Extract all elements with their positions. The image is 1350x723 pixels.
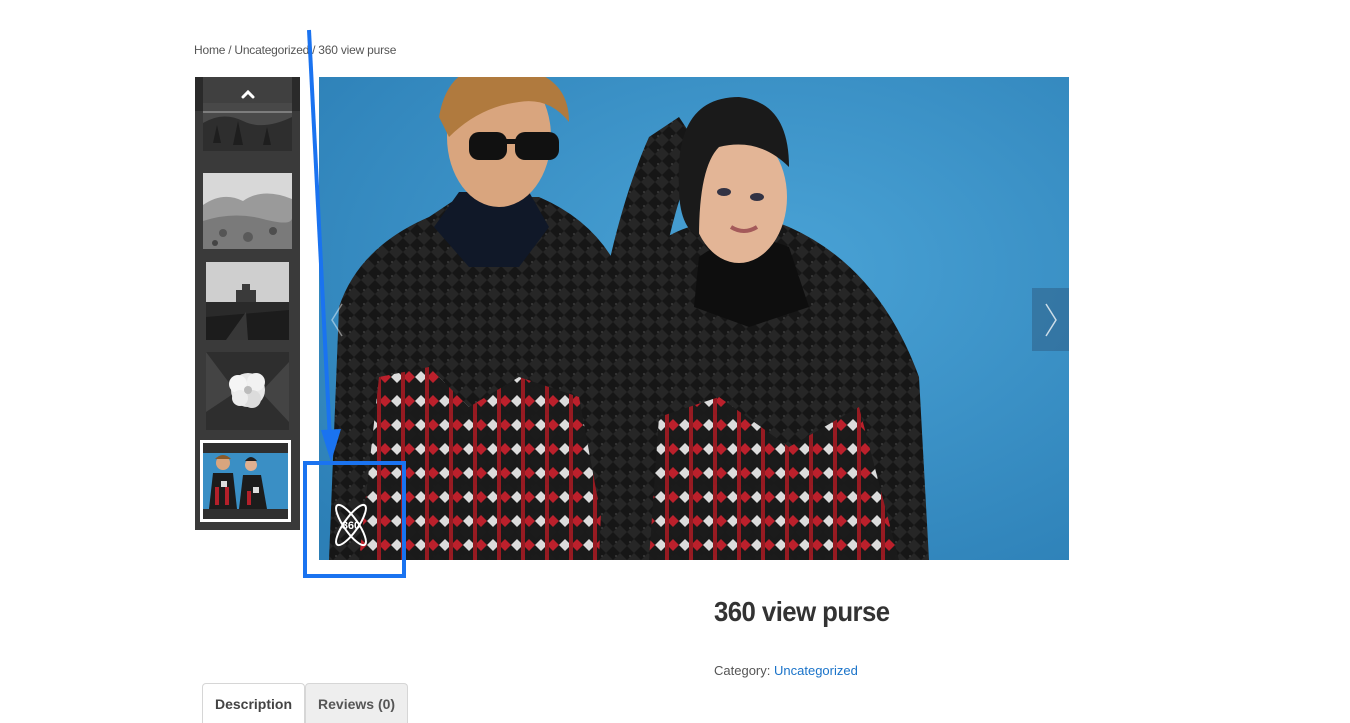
- chevron-right-icon: [1044, 303, 1057, 336]
- next-image-button[interactable]: [1032, 288, 1069, 351]
- breadcrumb-separator: /: [228, 43, 232, 57]
- thumbnail-strip: [195, 77, 300, 530]
- main-product-image[interactable]: 360: [319, 77, 1069, 560]
- thumbnail-monument-valley[interactable]: [206, 262, 289, 340]
- tab-reviews[interactable]: Reviews (0): [305, 683, 409, 723]
- thumbnail-fashion-couple[interactable]: [200, 440, 291, 522]
- breadcrumb-separator: /: [312, 43, 316, 57]
- breadcrumb-current: 360 view purse: [318, 43, 397, 57]
- chevron-up-icon: [241, 89, 254, 99]
- category-link[interactable]: Uncategorized: [774, 663, 858, 678]
- thumbnail-scroll-up-button[interactable]: [195, 77, 300, 111]
- product-title: 360 view purse: [714, 596, 890, 627]
- view-360-button[interactable]: 360: [329, 499, 373, 551]
- category-label: Category:: [714, 663, 771, 678]
- breadcrumb-home-link[interactable]: Home: [194, 43, 225, 57]
- view-360-label: 360: [342, 520, 360, 532]
- product-tabs: Description Reviews (0): [202, 683, 409, 723]
- thumbnail-desert-hills[interactable]: [203, 173, 292, 249]
- view-360-icon: 360: [335, 503, 367, 547]
- breadcrumb-category-link[interactable]: Uncategorized: [234, 43, 309, 57]
- chevron-left-icon: [331, 303, 343, 337]
- breadcrumb: Home / Uncategorized/360 view purse: [194, 43, 396, 57]
- thumbnail-white-flower[interactable]: [206, 352, 289, 430]
- product-category: Category: Uncategorized: [714, 663, 858, 678]
- fashion-photo: [319, 77, 1069, 560]
- tab-description[interactable]: Description: [202, 683, 306, 723]
- previous-image-button[interactable]: [319, 289, 355, 351]
